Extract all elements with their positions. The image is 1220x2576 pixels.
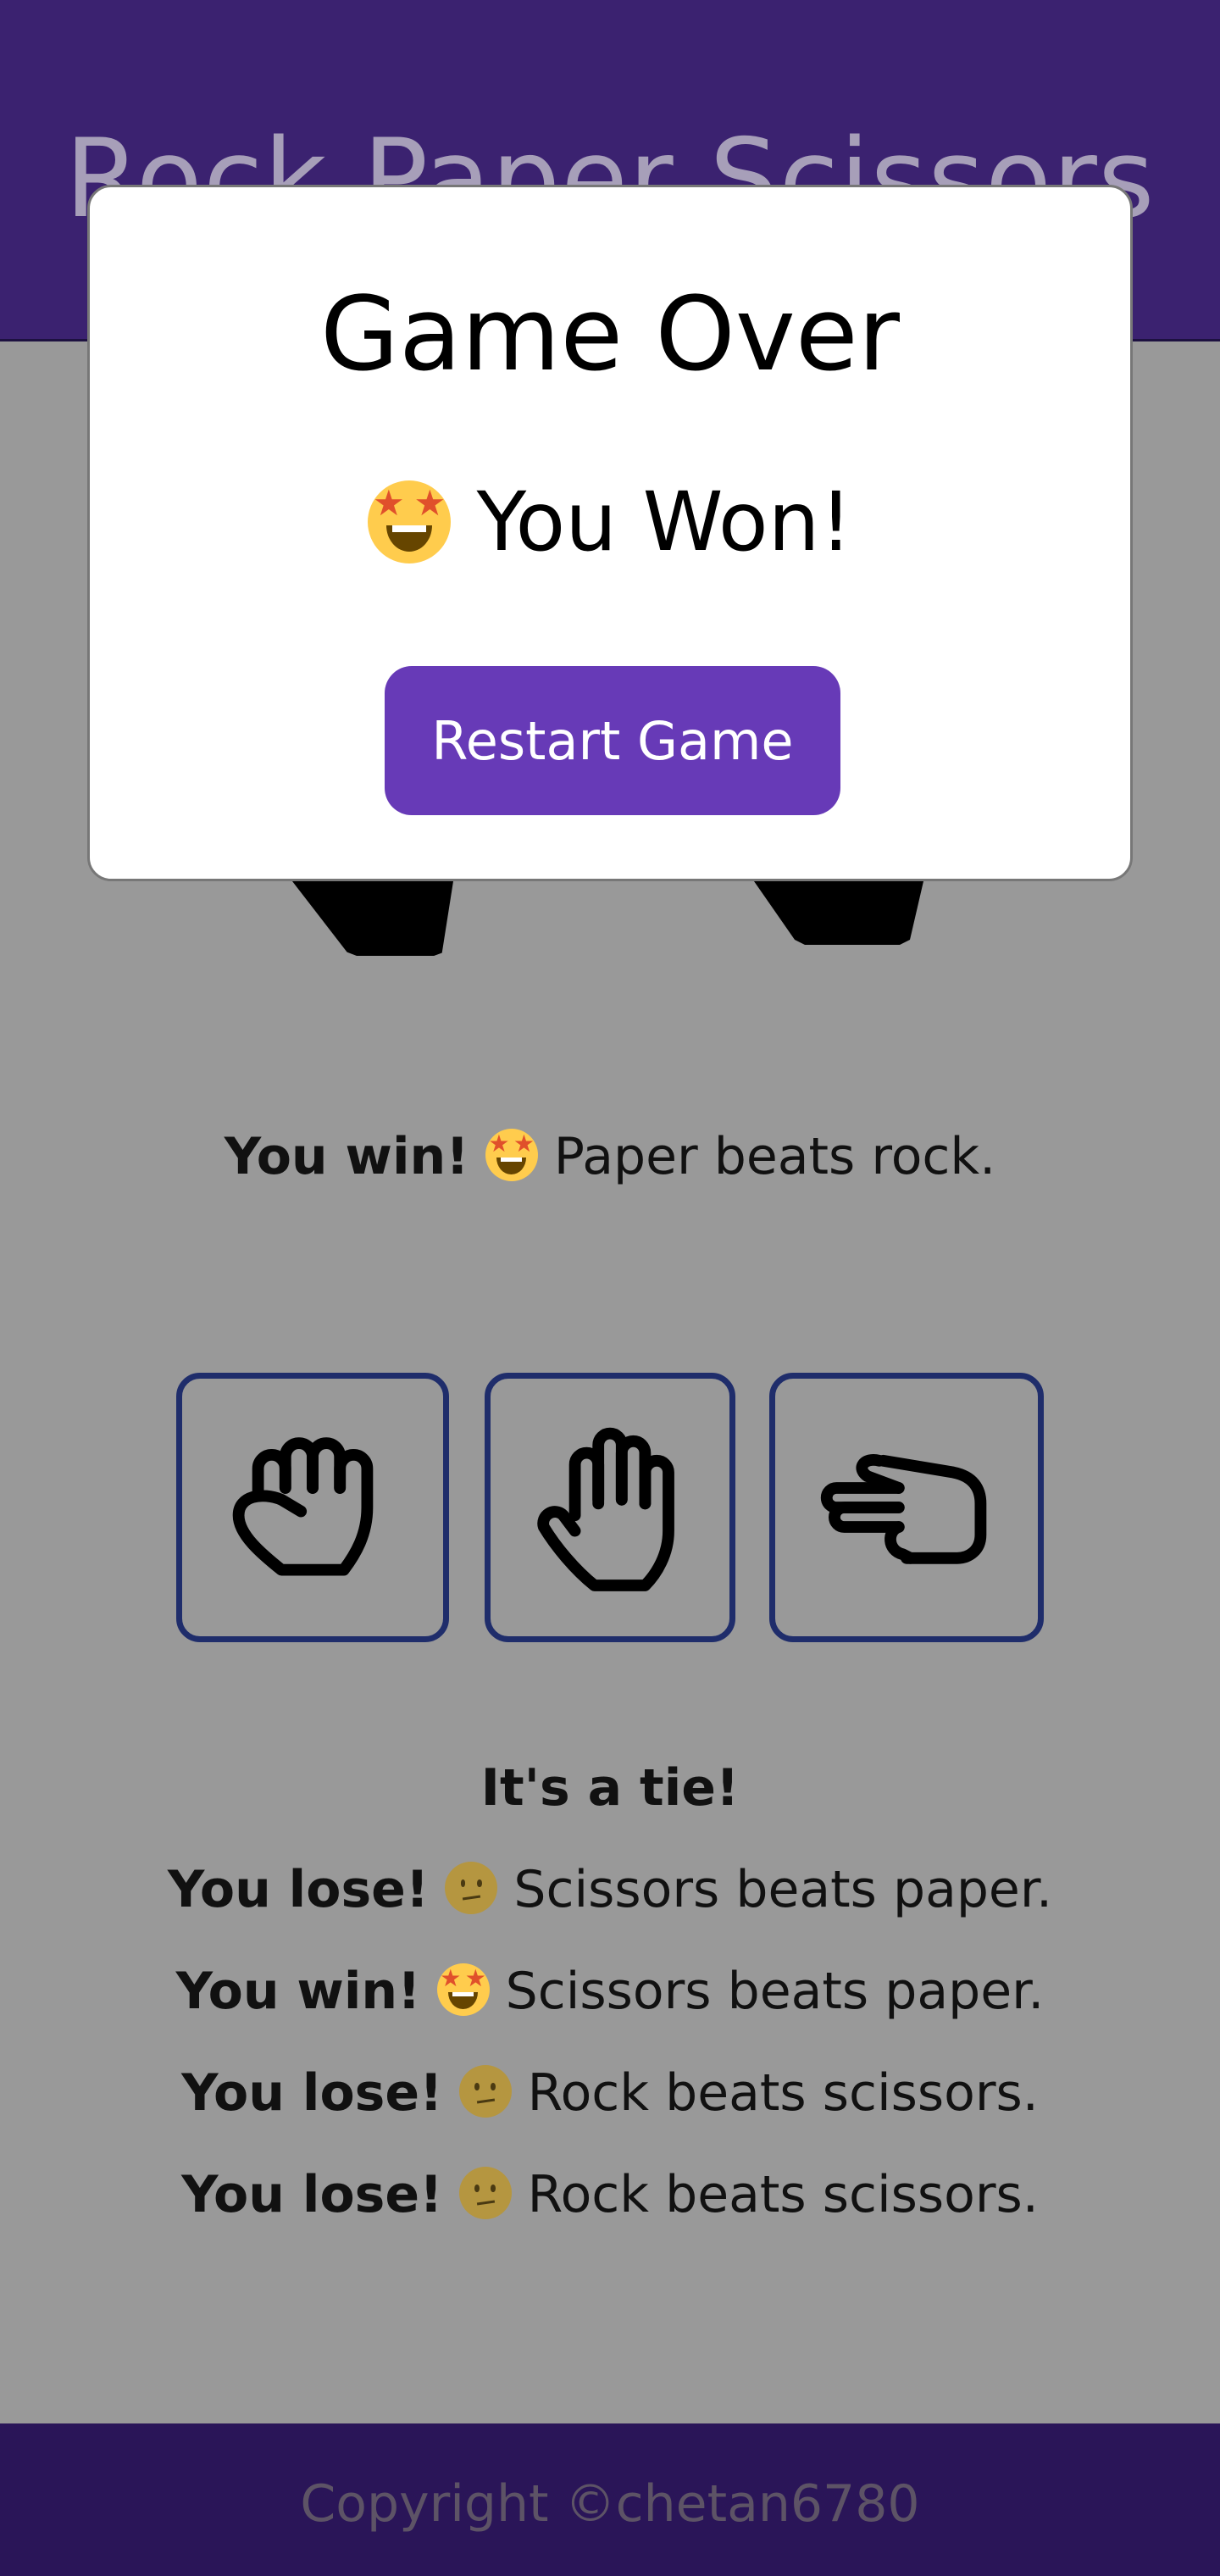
modal-message: You Won!: [90, 475, 1130, 569]
modal-message-text: You Won!: [476, 475, 852, 569]
star-struck-emoji-icon: [368, 480, 452, 564]
restart-game-button[interactable]: Restart Game: [385, 666, 840, 815]
modal-title: Game Over: [319, 276, 901, 394]
game-over-modal: Game Over You Won! Restart Game: [87, 185, 1133, 881]
modal-overlay: Game Over You Won! Restart Game: [0, 0, 1220, 2576]
